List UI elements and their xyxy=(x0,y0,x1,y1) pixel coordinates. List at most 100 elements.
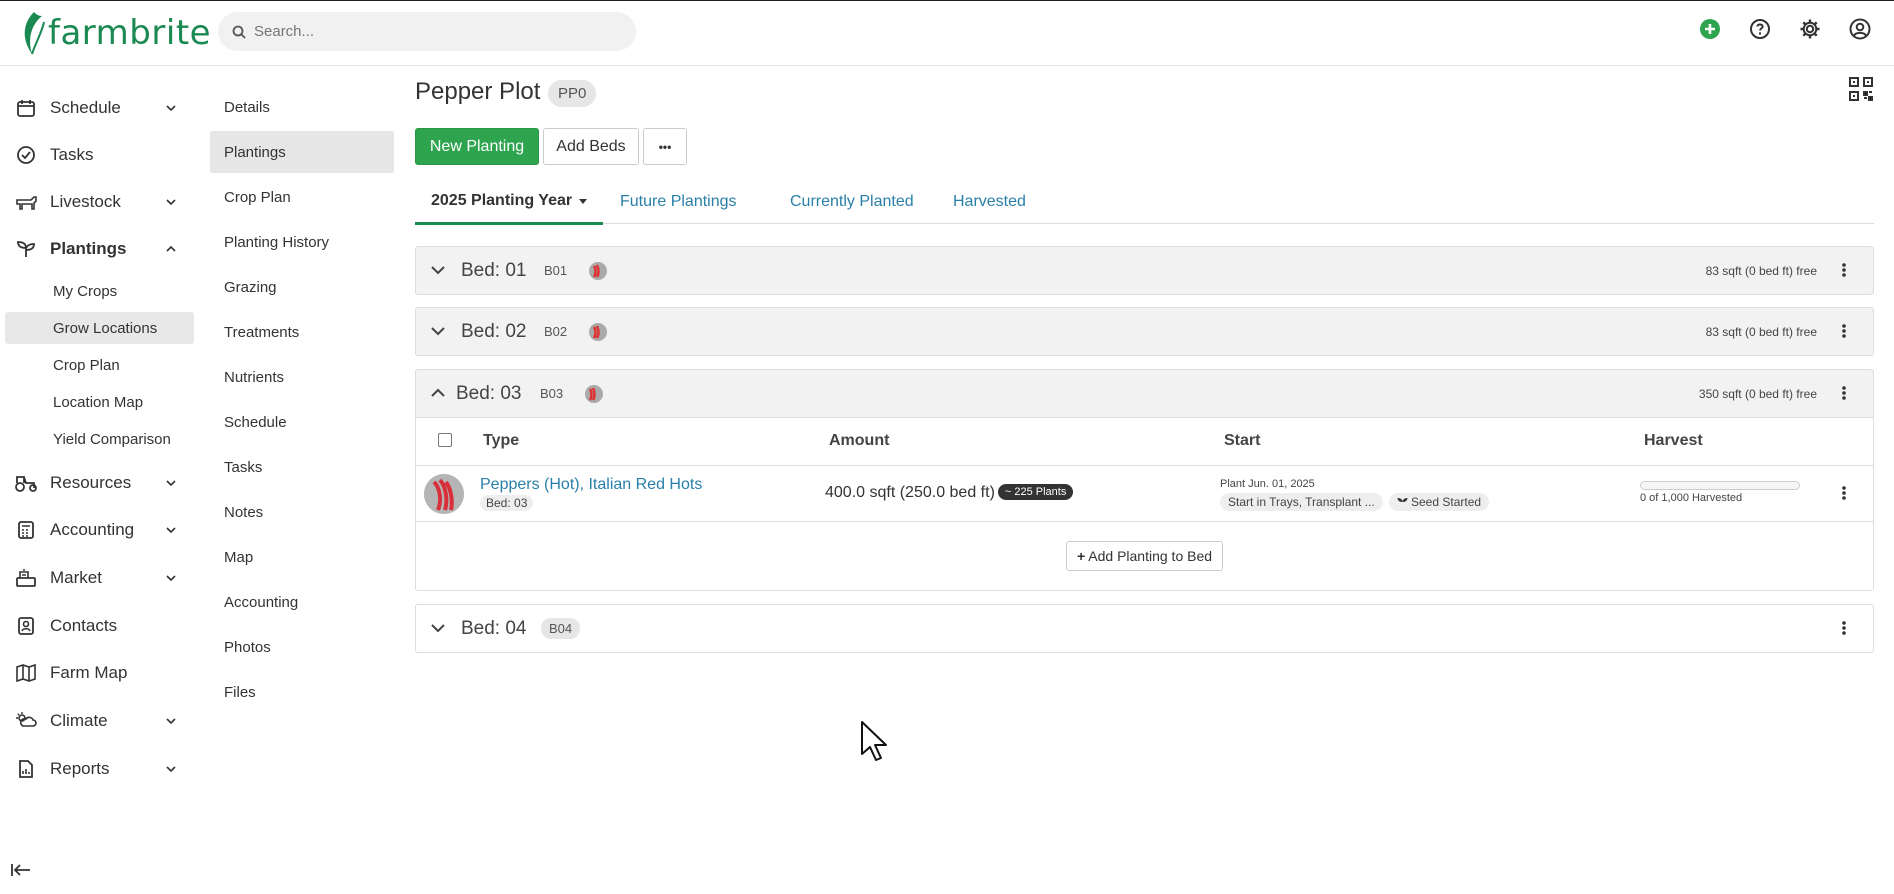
subnav-crop-plan-tab[interactable]: Crop Plan xyxy=(210,176,394,218)
mouse-cursor-icon xyxy=(860,720,890,766)
crop-name-link[interactable]: Peppers (Hot), Italian Red Hots xyxy=(480,476,702,494)
user-account-icon[interactable] xyxy=(1846,15,1874,43)
bed-header[interactable]: Bed: 04 B04 xyxy=(416,605,1873,652)
search-bar[interactable] xyxy=(218,12,636,51)
subnav-yield-comparison[interactable]: Yield Comparison xyxy=(5,423,194,455)
tab-harvested[interactable]: Harvested xyxy=(937,180,1042,224)
subnav-planting-history[interactable]: Planting History xyxy=(210,221,394,263)
chevron-down-icon xyxy=(166,718,176,725)
qr-code-icon[interactable] xyxy=(1848,76,1874,106)
subnav-map[interactable]: Map xyxy=(210,536,394,578)
nav-item-livestock[interactable]: Livestock xyxy=(0,184,194,220)
collapse-sidebar-icon[interactable] xyxy=(10,862,32,882)
harvest-progress-text: 0 of 1,000 Harvested xyxy=(1640,492,1743,504)
bed-code: B01 xyxy=(544,263,568,278)
top-bar: farmbrite xyxy=(0,0,1894,66)
more-actions-button[interactable]: ••• xyxy=(643,128,687,165)
gear-icon[interactable] xyxy=(1796,15,1824,43)
column-header-type: Type xyxy=(483,432,520,449)
nav-label: Livestock xyxy=(50,192,121,211)
add-beds-button[interactable]: Add Beds xyxy=(543,128,639,165)
subnav-treatments[interactable]: Treatments xyxy=(210,311,394,353)
nav-item-accounting[interactable]: Accounting xyxy=(0,512,194,548)
caret-down-icon xyxy=(579,198,588,204)
top-icons xyxy=(1696,15,1874,43)
new-planting-button[interactable]: New Planting xyxy=(415,128,539,165)
subnav-schedule[interactable]: Schedule xyxy=(210,401,394,443)
add-circle-icon[interactable] xyxy=(1696,15,1724,43)
subnav-grazing[interactable]: Grazing xyxy=(210,266,394,308)
chevron-down-icon[interactable] xyxy=(430,262,446,278)
farmbrite-logo[interactable]: farmbrite xyxy=(20,9,211,57)
calculator-icon xyxy=(14,518,38,542)
nav-label: Resources xyxy=(50,473,132,492)
subnav-location-map[interactable]: Location Map xyxy=(5,386,194,418)
subnav-grow-locations[interactable]: Grow Locations xyxy=(5,312,194,344)
crop-thumbnail xyxy=(424,474,464,514)
search-input[interactable] xyxy=(254,23,614,40)
subnav-photos[interactable]: Photos xyxy=(210,626,394,668)
kebab-menu-icon[interactable] xyxy=(1841,385,1847,401)
nav-item-tasks[interactable]: Tasks xyxy=(0,137,194,173)
help-icon[interactable] xyxy=(1746,15,1774,43)
nav-item-farm-map[interactable]: Farm Map xyxy=(0,655,194,691)
add-planting-label: Add Planting to Bed xyxy=(1088,548,1213,564)
bed-panel: Bed: 01 B01 83 sqft (0 bed ft) free xyxy=(415,246,1874,295)
tab-currently-planted[interactable]: Currently Planted xyxy=(774,180,930,224)
nav-item-resources[interactable]: Resources xyxy=(0,465,194,501)
subnav-files[interactable]: Files xyxy=(210,671,394,713)
add-planting-to-bed-button[interactable]: + Add Planting to Bed xyxy=(1065,541,1224,571)
nav-item-schedule[interactable]: Schedule xyxy=(0,90,194,126)
table-row: Peppers (Hot), Italian Red Hots Bed: 03 … xyxy=(416,466,1873,522)
kebab-menu-icon[interactable] xyxy=(1841,323,1847,339)
select-all-checkbox[interactable] xyxy=(438,433,452,447)
tab-future-plantings[interactable]: Future Plantings xyxy=(604,180,753,224)
nav-label: Plantings xyxy=(50,239,127,258)
nav-item-market[interactable]: Market xyxy=(0,560,194,596)
start-date: Plant Jun. 01, 2025 xyxy=(1220,478,1315,490)
crop-thumbnail-icon xyxy=(589,322,607,341)
logo-text: farmbrite xyxy=(48,13,212,53)
planting-tabs: 2025 Planting Year Future Plantings Curr… xyxy=(415,180,1874,225)
kebab-menu-icon[interactable] xyxy=(1841,262,1847,278)
chevron-down-icon[interactable] xyxy=(430,323,446,339)
page-title: Pepper Plot xyxy=(415,78,541,105)
chevron-down-icon[interactable] xyxy=(430,620,446,636)
subnav-tasks[interactable]: Tasks xyxy=(210,446,394,488)
column-header-harvest: Harvest xyxy=(1644,432,1703,449)
subnav-nutrients[interactable]: Nutrients xyxy=(210,356,394,398)
subnav-plantings[interactable]: Plantings xyxy=(210,131,394,173)
nav-item-plantings[interactable]: Plantings xyxy=(0,231,194,267)
nav-label: Contacts xyxy=(50,616,118,635)
seedling-icon xyxy=(1397,498,1408,507)
bed-panel-expanded: Bed: 03 B03 350 sqft (0 bed ft) free Typ… xyxy=(415,369,1874,591)
subnav-details[interactable]: Details xyxy=(210,86,394,128)
subnav-crop-plan[interactable]: Crop Plan xyxy=(5,349,194,381)
leaf-logo-icon xyxy=(24,12,45,55)
kebab-menu-icon[interactable] xyxy=(1841,485,1847,501)
nav-item-climate[interactable]: Climate xyxy=(0,703,194,739)
bed-header[interactable]: Bed: 03 B03 350 sqft (0 bed ft) free xyxy=(416,370,1873,417)
chevron-up-icon[interactable] xyxy=(430,385,446,401)
nav-label: Reports xyxy=(50,759,110,778)
chevron-down-icon xyxy=(166,105,176,112)
status-label: Seed Started xyxy=(1411,495,1482,509)
nav-item-reports[interactable]: Reports xyxy=(0,751,194,787)
bed-header[interactable]: Bed: 02 B02 83 sqft (0 bed ft) free xyxy=(416,308,1873,355)
bed-free-space: 83 sqft (0 bed ft) free xyxy=(1705,324,1817,339)
nav-item-contacts[interactable]: Contacts xyxy=(0,608,194,644)
subnav-my-crops[interactable]: My Crops xyxy=(5,275,194,307)
bed-code: B04 xyxy=(541,618,581,639)
kebab-menu-icon[interactable] xyxy=(1841,620,1847,636)
chevron-down-icon xyxy=(166,527,176,534)
subnav-accounting[interactable]: Accounting xyxy=(210,581,394,623)
bed-plantings-table: Type Amount Start Harvest Peppers (Hot),… xyxy=(416,417,1873,590)
subnav-notes[interactable]: Notes xyxy=(210,491,394,533)
chevron-up-icon xyxy=(166,245,176,252)
plus-icon: + xyxy=(1076,548,1086,564)
bed-header[interactable]: Bed: 01 B01 83 sqft (0 bed ft) free xyxy=(416,247,1873,294)
tab-label: 2025 Planting Year xyxy=(431,192,573,209)
calendar-icon xyxy=(14,96,38,120)
bed-name: Bed: 04 xyxy=(461,617,527,639)
tab-planting-year[interactable]: 2025 Planting Year xyxy=(415,180,604,225)
